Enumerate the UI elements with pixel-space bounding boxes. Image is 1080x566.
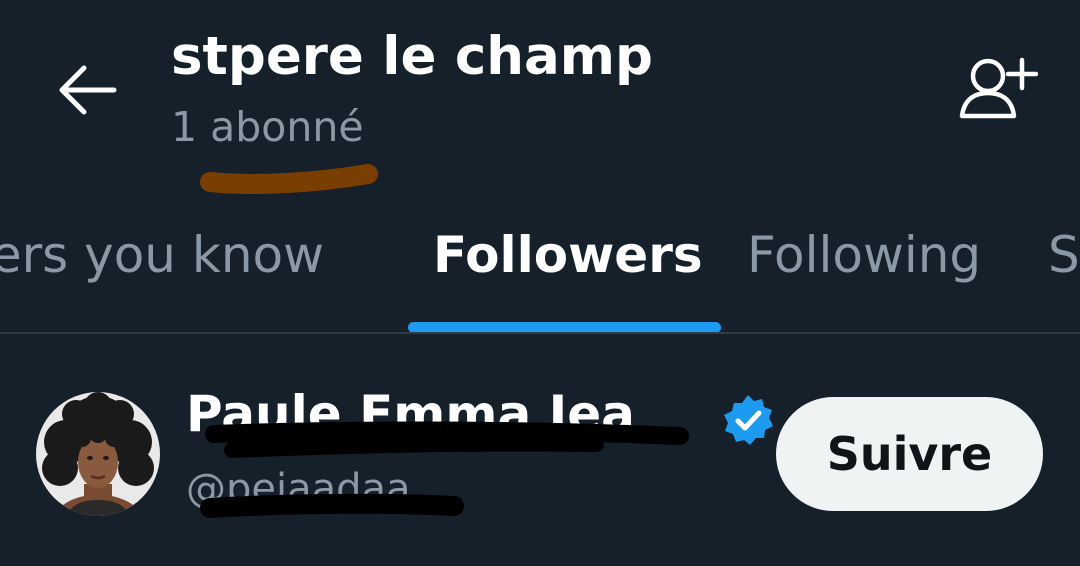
avatar[interactable]	[36, 392, 160, 516]
avatar-photo	[36, 392, 160, 516]
tab-subscriptions[interactable]: S	[1048, 226, 1080, 284]
page-title: stpere le champ	[171, 26, 653, 87]
tab-followers-you-know[interactable]: Followers you know	[0, 226, 324, 284]
profile-followers-screen: stpere le champ 1 abonné Followers you k…	[0, 0, 1080, 566]
follow-button[interactable]: Suivre	[776, 397, 1043, 511]
handle-redaction-scribble	[200, 493, 464, 518]
tab-following[interactable]: Following	[747, 226, 981, 284]
brown-scribble-mark	[200, 164, 378, 194]
tab-followers[interactable]: Followers	[433, 226, 703, 284]
name-redaction-scribble	[205, 421, 689, 458]
tab-divider	[0, 332, 1080, 334]
arrow-left-icon	[59, 65, 117, 115]
back-button[interactable]	[56, 62, 118, 118]
follower-count[interactable]: 1 abonné	[171, 103, 364, 151]
person-add-icon	[959, 57, 1039, 119]
verified-badge-icon	[724, 395, 773, 445]
add-user-button[interactable]	[958, 56, 1039, 122]
tab-bar: Followers you know Followers Following S	[0, 226, 1080, 306]
